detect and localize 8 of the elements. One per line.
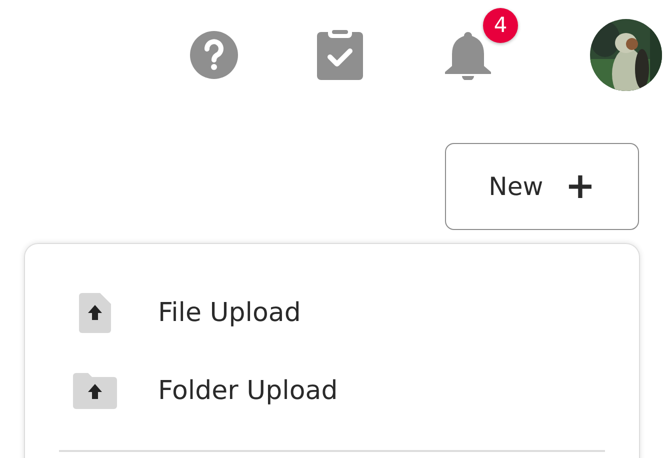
bell-icon[interactable] [445,30,491,80]
notification-badge: 4 [483,8,518,42]
help-icon[interactable] [189,30,239,80]
menu-item[interactable]: Folder Upload [25,352,639,430]
new-button[interactable]: New + [445,143,639,230]
clipboard-check-icon[interactable] [317,30,363,80]
folder-upload-icon [73,373,117,409]
menu-item[interactable]: File Upload [25,274,639,352]
